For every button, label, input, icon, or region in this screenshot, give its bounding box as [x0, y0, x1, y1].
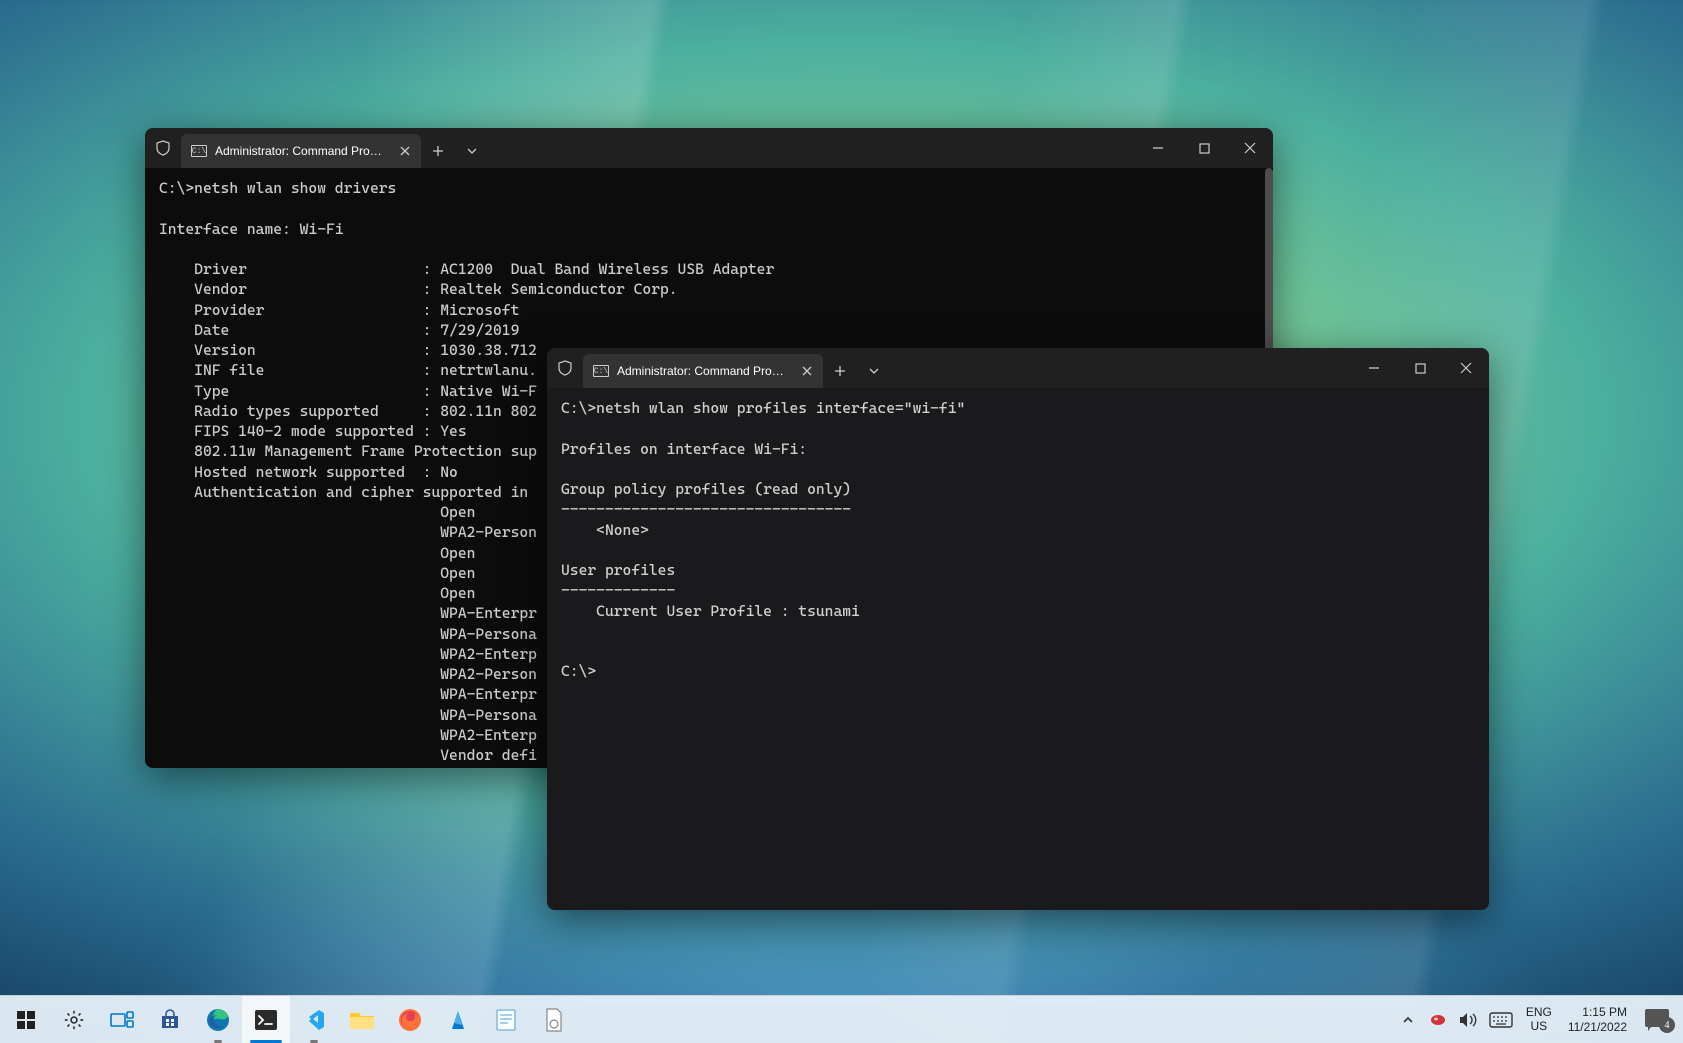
shield-icon: [547, 348, 583, 388]
new-tab-button[interactable]: [421, 134, 455, 168]
edge-browser-icon[interactable]: [194, 996, 242, 1043]
lang-top: ENG: [1526, 1006, 1552, 1019]
task-view-icon[interactable]: [98, 996, 146, 1043]
microsoft-store-icon[interactable]: [146, 996, 194, 1043]
file-explorer-icon[interactable]: [338, 996, 386, 1043]
notepad-icon[interactable]: [482, 996, 530, 1043]
minimize-button[interactable]: [1351, 348, 1397, 388]
titlebar[interactable]: C:\ Administrator: Command Prompt: [547, 348, 1489, 388]
tab-title: Administrator: Command Prompt: [215, 144, 389, 158]
firefox-icon[interactable]: [386, 996, 434, 1043]
volume-icon[interactable]: [1458, 1010, 1478, 1030]
lang-bottom: US: [1530, 1020, 1547, 1033]
maximize-button[interactable]: [1397, 348, 1443, 388]
tab-close-button[interactable]: [799, 363, 815, 379]
tray-app-icon[interactable]: [1428, 1010, 1448, 1030]
clock[interactable]: 1:15 PM 11/21/2022: [1558, 1005, 1637, 1034]
new-tab-button[interactable]: [823, 354, 857, 388]
language-indicator[interactable]: ENG US: [1520, 1006, 1558, 1032]
windows-terminal-icon[interactable]: [242, 996, 290, 1043]
taskbar: ENG US 1:15 PM 11/21/2022 4: [0, 995, 1683, 1043]
document-icon[interactable]: [530, 996, 578, 1043]
tab-command-prompt[interactable]: C:\ Administrator: Command Prompt: [583, 354, 823, 388]
terminal-window-profiles[interactable]: C:\ Administrator: Command Prompt C:\>ne…: [547, 348, 1489, 910]
keyboard-icon[interactable]: [1488, 1010, 1514, 1030]
tab-dropdown-button[interactable]: [455, 134, 489, 168]
tray-expand-icon[interactable]: [1398, 1010, 1418, 1030]
system-tray: [1392, 1010, 1520, 1030]
azure-icon[interactable]: [434, 996, 482, 1043]
clock-time: 1:15 PM: [1582, 1005, 1627, 1019]
tab-close-button[interactable]: [397, 143, 413, 159]
cmd-icon: C:\: [593, 365, 609, 377]
minimize-button[interactable]: [1135, 128, 1181, 168]
cmd-icon: C:\: [191, 145, 207, 157]
notif-count: 4: [1665, 1020, 1670, 1031]
clock-date: 11/21/2022: [1568, 1020, 1627, 1034]
titlebar[interactable]: C:\ Administrator: Command Prompt: [145, 128, 1273, 168]
notifications-button[interactable]: 4: [1637, 1003, 1681, 1037]
settings-icon[interactable]: [50, 996, 98, 1043]
start-button[interactable]: [2, 996, 50, 1043]
close-button[interactable]: [1227, 128, 1273, 168]
terminal-output[interactable]: C:\>netsh wlan show profiles interface="…: [547, 388, 1489, 910]
close-button[interactable]: [1443, 348, 1489, 388]
tab-title: Administrator: Command Prompt: [617, 364, 791, 378]
maximize-button[interactable]: [1181, 128, 1227, 168]
shield-icon: [145, 128, 181, 168]
vscode-icon[interactable]: [290, 996, 338, 1043]
tab-dropdown-button[interactable]: [857, 354, 891, 388]
tab-command-prompt[interactable]: C:\ Administrator: Command Prompt: [181, 134, 421, 168]
